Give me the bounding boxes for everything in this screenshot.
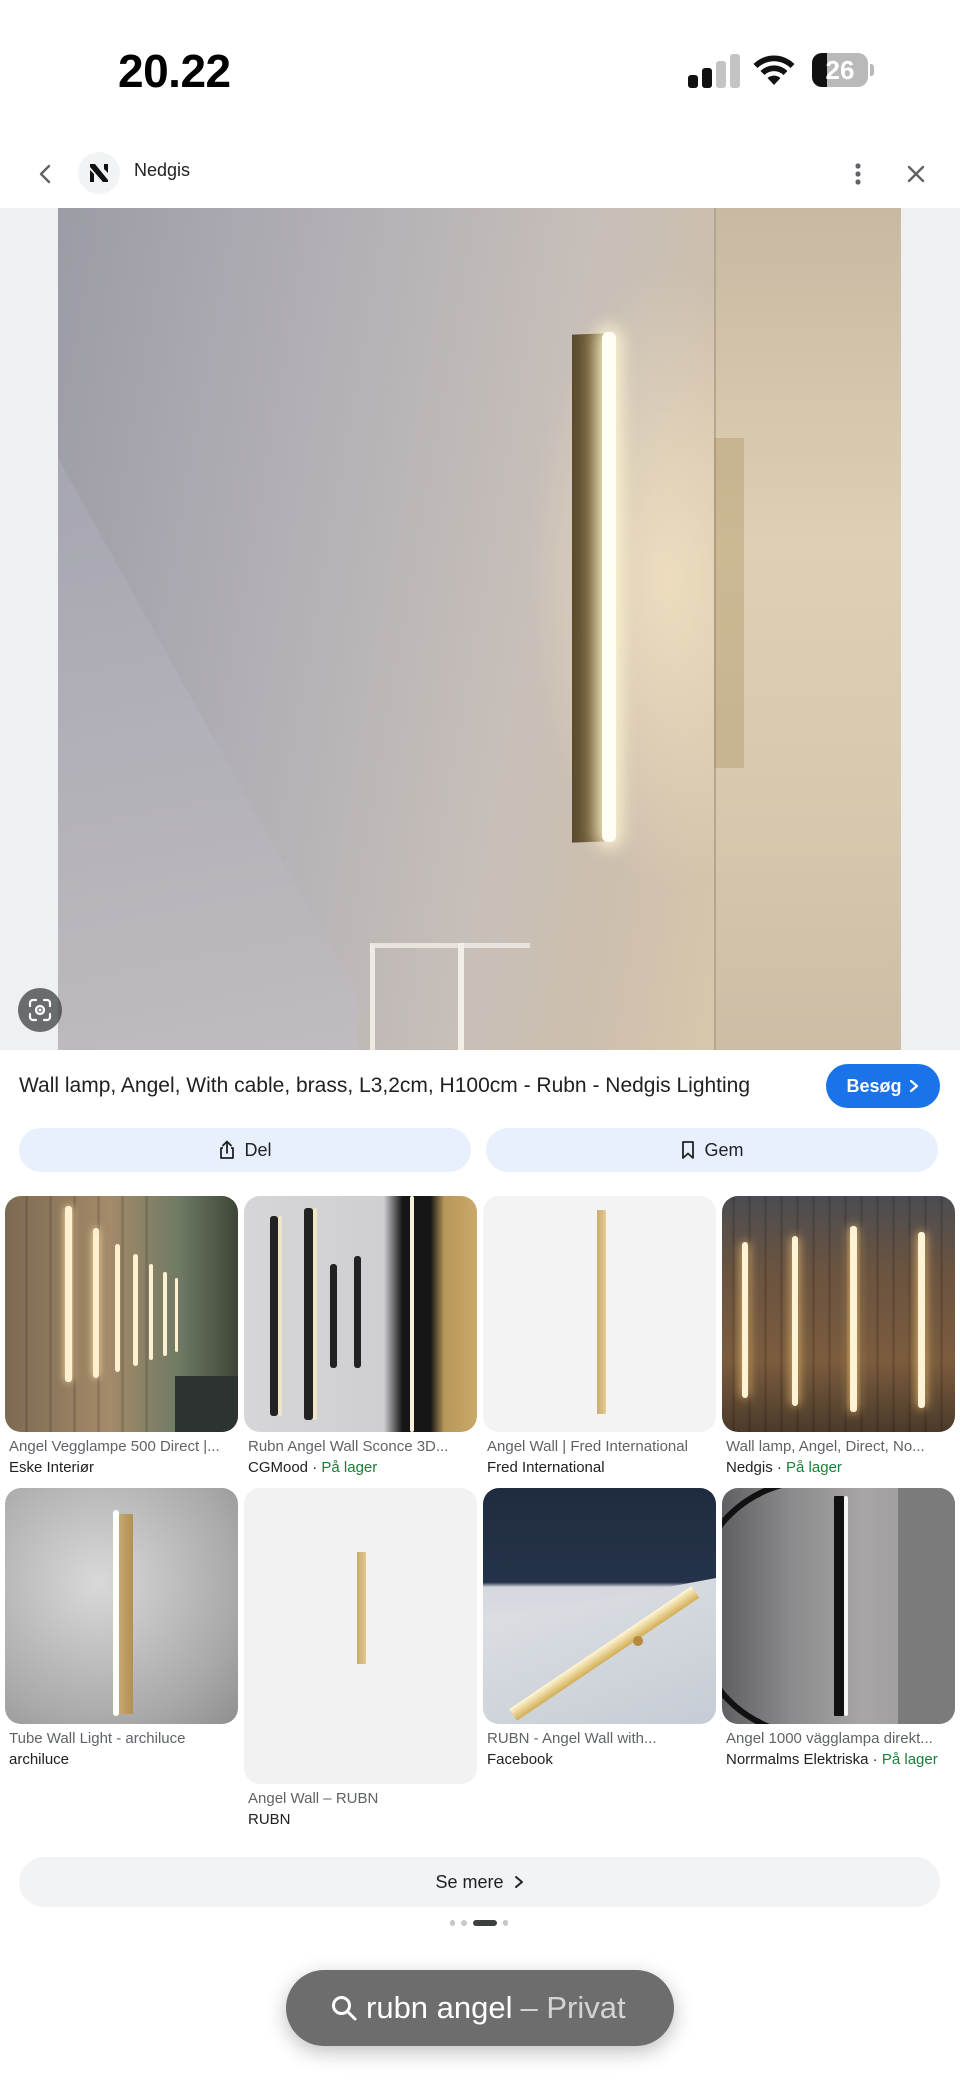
related-result-source: RUBN — [248, 1811, 291, 1828]
related-result-thumbnail[interactable] — [483, 1196, 716, 1432]
related-result-thumbnail[interactable] — [244, 1196, 477, 1432]
chevron-right-icon — [514, 1876, 523, 1888]
related-result-card[interactable]: Rubn Angel Wall Sconce 3D... CGMood · På… — [244, 1196, 477, 1476]
nedgis-logo-icon — [90, 164, 108, 182]
close-button[interactable] — [896, 154, 936, 194]
battery-level: 26 — [825, 55, 855, 85]
related-result-title: Tube Wall Light - archiluce — [9, 1730, 186, 1747]
related-result-title: Angel Wall | Fred International — [487, 1438, 688, 1455]
save-button[interactable]: Gem — [486, 1128, 938, 1172]
related-result-card[interactable]: Wall lamp, Angel, Direct, No... Nedgis ·… — [722, 1196, 955, 1476]
lens-icon — [28, 998, 52, 1022]
save-label: Gem — [704, 1139, 744, 1160]
related-result-title: RUBN - Angel Wall with... — [487, 1730, 657, 1747]
related-result-source: Norrmalms Elektriska · På lager — [726, 1751, 938, 1768]
scroll-page-indicator — [450, 1919, 510, 1927]
related-result-title: Angel 1000 vägglampa direkt... — [726, 1730, 933, 1747]
related-result-thumbnail[interactable] — [483, 1488, 716, 1724]
cellular-signal-icon — [688, 54, 740, 88]
more-options-button[interactable] — [838, 154, 878, 194]
related-result-source: archiluce — [9, 1751, 70, 1768]
more-vert-icon — [855, 163, 861, 185]
related-result-thumbnail[interactable] — [722, 1196, 955, 1432]
bookmark-icon — [682, 1141, 695, 1159]
wifi-icon — [753, 55, 795, 85]
related-result-card[interactable]: Tube Wall Light - archiluce archiluce — [5, 1488, 238, 1768]
related-result-thumbnail[interactable] — [5, 1196, 238, 1432]
private-mode-label: – Privat — [520, 1990, 626, 2025]
search-query: rubn angel — [366, 1990, 513, 2025]
related-result-title: Angel Wall – RUBN — [248, 1790, 379, 1807]
related-result-source: Eske Interiør — [9, 1459, 95, 1476]
site-logo[interactable] — [78, 152, 120, 194]
related-result-card[interactable]: Angel 1000 vägglampa direkt... Norrmalms… — [722, 1488, 955, 1768]
related-result-source: Facebook — [487, 1751, 553, 1768]
in-stock-label: På lager — [881, 1751, 938, 1768]
in-stock-label: På lager — [321, 1459, 378, 1476]
see-more-button[interactable]: Se mere — [19, 1857, 940, 1907]
in-stock-label: På lager — [786, 1459, 842, 1476]
close-icon — [907, 165, 925, 183]
related-result-card[interactable]: Angel Vegglampe 500 Direct |... Eske Int… — [5, 1196, 238, 1476]
share-icon — [220, 1140, 235, 1159]
related-result-title: Angel Vegglampe 500 Direct |... — [9, 1438, 220, 1455]
related-result-title: Rubn Angel Wall Sconce 3D... — [248, 1438, 449, 1455]
back-button[interactable] — [26, 154, 66, 194]
main-product-image[interactable] — [58, 208, 901, 1050]
search-icon — [332, 1996, 357, 2021]
chevron-left-icon — [39, 164, 51, 184]
related-result-card[interactable]: Angel Wall | Fred International Fred Int… — [483, 1196, 716, 1476]
visit-label: Besøg — [846, 1075, 902, 1096]
lens-search-button[interactable] — [18, 988, 62, 1032]
share-label: Del — [244, 1139, 272, 1160]
related-result-source: Nedgis · På lager — [726, 1459, 842, 1476]
site-name[interactable]: Nedgis — [134, 160, 190, 181]
see-more-label: Se mere — [435, 1871, 504, 1892]
related-result-card[interactable]: Angel Wall – RUBN RUBN — [244, 1488, 477, 1828]
address-search-bar[interactable]: rubn angel – Privat — [286, 1970, 674, 2046]
viewer-header: Nedgis — [0, 140, 960, 208]
related-result-thumbnail[interactable] — [722, 1488, 955, 1724]
visit-button[interactable]: Besøg — [826, 1064, 940, 1108]
related-result-title: Wall lamp, Angel, Direct, No... — [726, 1438, 925, 1455]
related-result-thumbnail[interactable] — [244, 1488, 477, 1784]
related-result-thumbnail[interactable] — [5, 1488, 238, 1724]
status-bar: 20.22 26 — [0, 0, 960, 140]
share-button[interactable]: Del — [19, 1128, 471, 1172]
related-result-source: Fred International — [487, 1459, 605, 1476]
image-result-title[interactable]: Wall lamp, Angel, With cable, brass, L3,… — [19, 1074, 799, 1098]
related-result-source: CGMood · På lager — [248, 1459, 378, 1476]
chevron-right-icon — [909, 1079, 918, 1093]
status-time: 20.22 — [118, 45, 231, 97]
battery-icon: 26 — [812, 53, 874, 87]
related-result-card[interactable]: RUBN - Angel Wall with... Facebook — [483, 1488, 716, 1768]
